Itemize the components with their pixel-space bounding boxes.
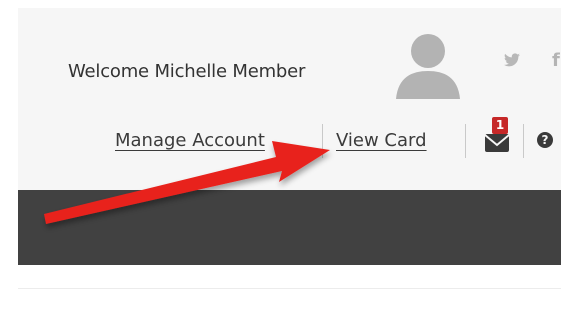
manage-account-link[interactable]: Manage Account [115,130,265,151]
facebook-icon[interactable]: f [552,50,560,71]
welcome-message: Welcome Michelle Member [68,61,306,82]
link-separator [322,124,323,158]
main-navigation-bar [18,190,561,265]
link-separator [523,124,524,158]
link-separator [465,124,466,158]
avatar-icon[interactable] [392,31,464,99]
content-area [18,265,561,330]
header-area [18,8,561,190]
mail-count-badge: 1 [492,117,508,134]
help-icon[interactable]: ? [537,132,553,148]
twitter-icon[interactable] [504,52,520,71]
view-card-link[interactable]: View Card [336,130,427,151]
page: Welcome Michelle Member f Manage Account… [0,0,561,330]
divider [18,288,561,289]
